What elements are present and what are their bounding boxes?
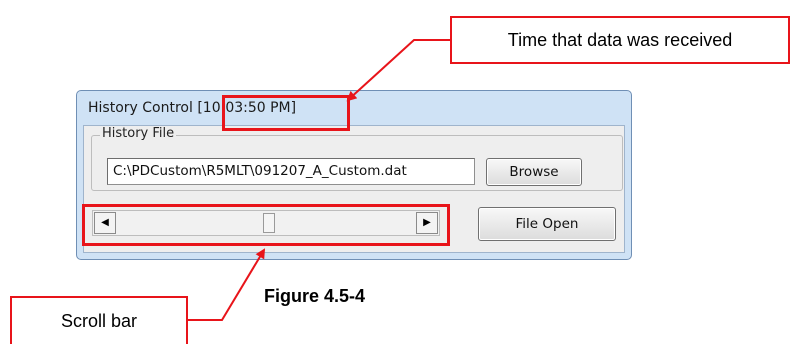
callout-scroll-label: Scroll bar: [60, 310, 138, 331]
scroll-callout-arrow: [188, 248, 266, 321]
callout-scroll-bar: Scroll bar: [10, 296, 188, 344]
annotation-arrows: [188, 39, 450, 321]
figure-caption: Figure 4.5-4: [264, 286, 366, 306]
time-callout-arrow: [346, 39, 450, 102]
